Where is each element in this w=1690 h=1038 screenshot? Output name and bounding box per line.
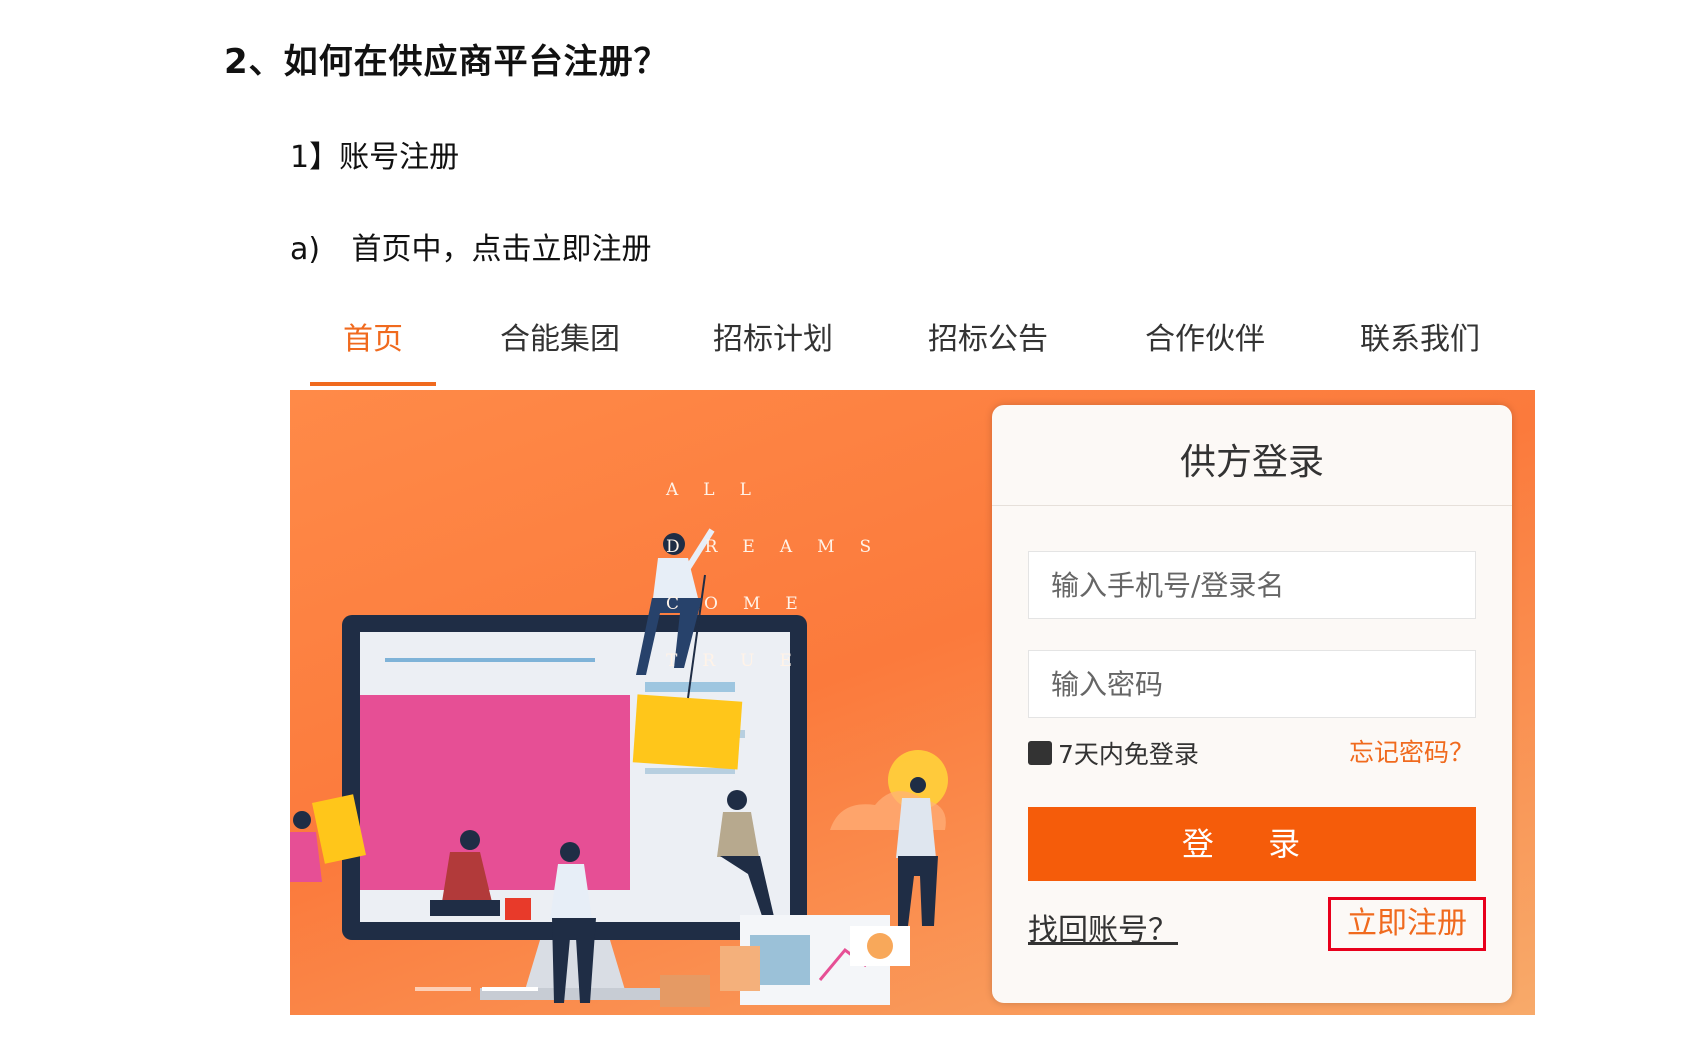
login-button[interactable]: 登 录 (1028, 807, 1476, 881)
step-label: a) (290, 232, 321, 267)
carousel-dot-2[interactable] (482, 987, 538, 991)
remember-me[interactable]: 7天内免登录 (1028, 735, 1199, 771)
retrieve-account-link[interactable]: 找回账号？ (1028, 905, 1178, 949)
top-nav: 首页 合能集团 招标计划 招标公告 合作伙伴 联系我们 (310, 300, 1540, 386)
forgot-password-link[interactable]: 忘记密码？ (1349, 733, 1474, 769)
sub-heading: 1】账号注册 (290, 140, 460, 175)
carousel-dot-1[interactable] (415, 987, 471, 991)
login-panel: 供方登录 7天内免登录 忘记密码？ 登 录 找回账号？ 立即注册 (992, 405, 1512, 1003)
remember-checkbox[interactable] (1028, 741, 1052, 765)
nav-tab-bid-notice[interactable]: 招标公告 (928, 314, 1048, 358)
nav-tab-group[interactable]: 合能集团 (500, 314, 620, 358)
slogan-line-2: DREAMS (666, 537, 897, 557)
register-link[interactable]: 立即注册 (1328, 897, 1486, 951)
nav-tab-contact[interactable]: 联系我们 (1360, 314, 1480, 358)
username-input[interactable] (1028, 551, 1476, 619)
active-tab-indicator (310, 382, 436, 386)
remember-label: 7天内免登录 (1058, 740, 1199, 769)
slogan-line-3: COME (666, 594, 823, 614)
nav-tab-partners[interactable]: 合作伙伴 (1145, 314, 1265, 358)
password-input[interactable] (1028, 650, 1476, 718)
step-instruction: a) 首页中，点击立即注册 (290, 224, 652, 268)
nav-tab-bid-plan[interactable]: 招标计划 (713, 314, 833, 358)
nav-tab-home[interactable]: 首页 (343, 314, 403, 358)
step-text: 首页中，点击立即注册 (351, 232, 652, 267)
slogan-line-4: TRUE (666, 651, 817, 671)
login-divider (992, 505, 1512, 506)
slogan-line-1: ALL (666, 480, 776, 500)
section-heading: 2、如何在供应商平台注册？ (224, 42, 669, 82)
login-title: 供方登录 (1179, 442, 1324, 483)
